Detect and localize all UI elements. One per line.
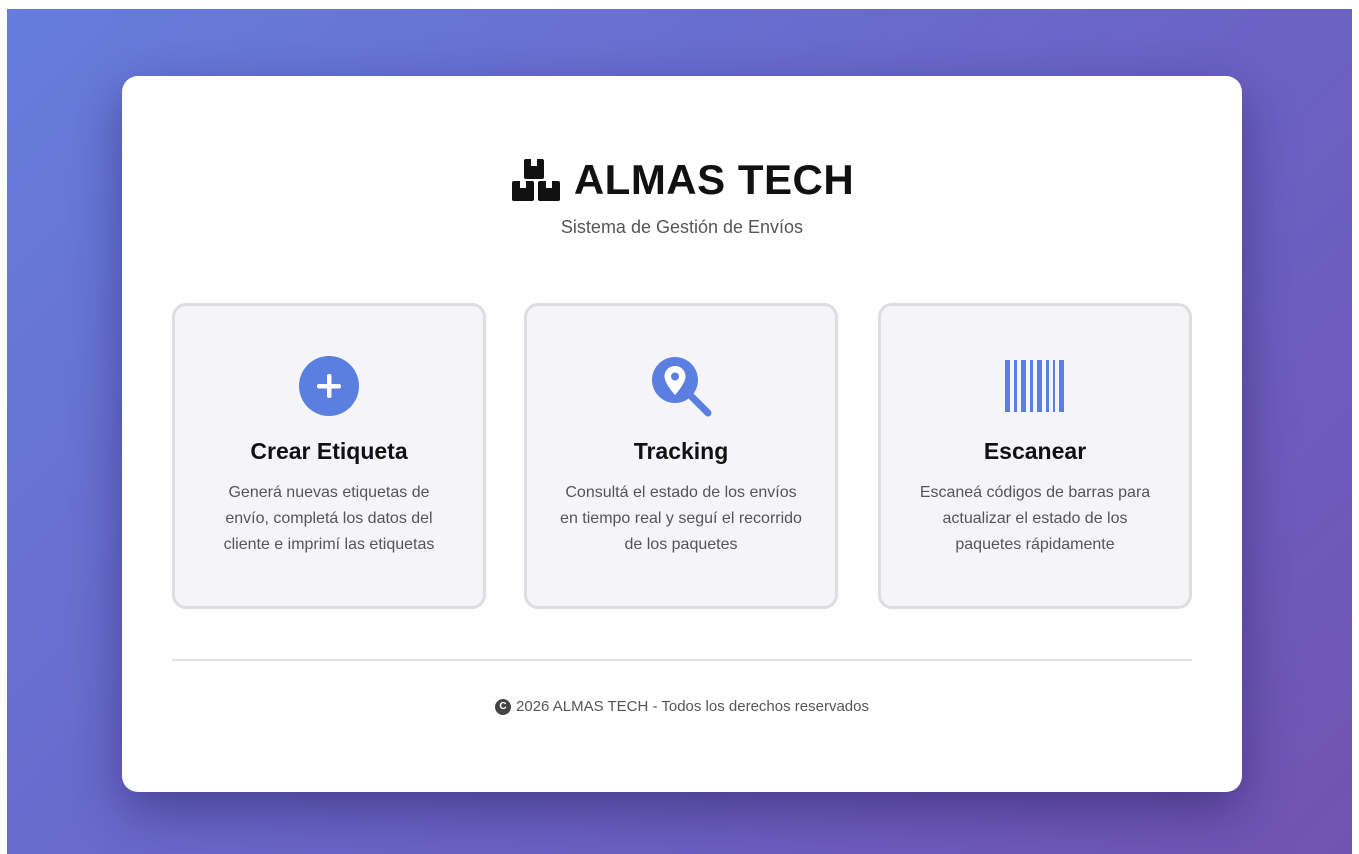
boxes-icon	[511, 159, 560, 201]
tracking-title: Tracking	[633, 438, 729, 464]
tracking-description: Consultá el estado de los envíos en tiem…	[560, 484, 802, 553]
brand-title: ALMAS TECH	[573, 156, 855, 203]
footer-divider	[172, 659, 1192, 661]
create-label-card[interactable]: Crear Etiqueta Generá nuevas etiquetas d…	[172, 303, 486, 609]
tracking-card[interactable]: Tracking Consultá el estado de los envío…	[524, 303, 838, 609]
scan-description: Escaneá códigos de barras para actualiza…	[919, 484, 1151, 553]
create-label-title: Crear Etiqueta	[250, 438, 408, 464]
footer-text: 2026 ALMAS TECH - Todos los derechos res…	[516, 698, 869, 715]
brand-header: ALMAS TECH	[122, 156, 1242, 204]
plus-circle-icon	[175, 354, 483, 418]
scan-card[interactable]: Escanear Escaneá códigos de barras para …	[878, 303, 1192, 609]
search-location-icon	[527, 354, 835, 418]
create-label-description: Generá nuevas etiquetas de envío, comple…	[223, 484, 435, 553]
page-background: ALMAS TECH Sistema de Gestión de Envíos …	[7, 9, 1352, 854]
page-subtitle: Sistema de Gestión de Envíos	[560, 217, 804, 237]
main-card: ALMAS TECH Sistema de Gestión de Envíos …	[122, 76, 1242, 792]
barcode-icon	[881, 354, 1189, 418]
feature-cards: Crear Etiqueta Generá nuevas etiquetas d…	[172, 303, 1192, 609]
copyright-icon: C	[495, 698, 512, 715]
scan-title: Escanear	[983, 438, 1087, 464]
footer: C 2026 ALMAS TECH - Todos los derechos r…	[122, 698, 1242, 715]
